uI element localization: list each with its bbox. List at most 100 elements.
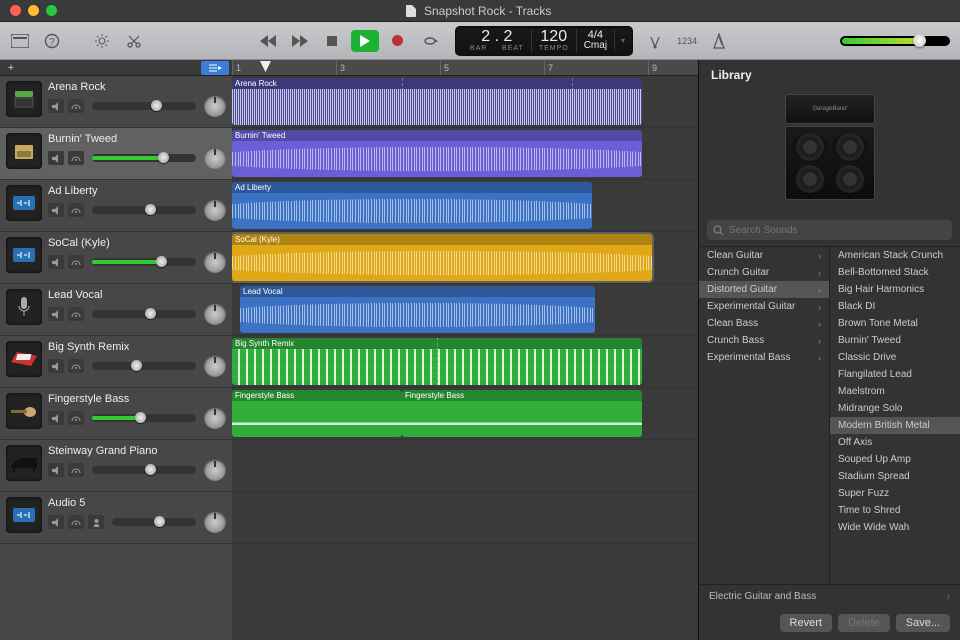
solo-button[interactable]	[68, 255, 84, 269]
close-window-icon[interactable]	[10, 5, 21, 16]
mute-button[interactable]	[48, 463, 64, 477]
track-name[interactable]: Steinway Grand Piano	[48, 445, 226, 457]
minimize-window-icon[interactable]	[28, 5, 39, 16]
library-item[interactable]: Clean Bass›	[699, 315, 829, 332]
library-item[interactable]: Clean Guitar›	[699, 247, 829, 264]
input-monitor-icon[interactable]	[88, 515, 104, 529]
track-header[interactable]: Fingerstyle Bass	[0, 388, 232, 440]
pan-knob[interactable]	[204, 459, 226, 481]
pan-knob[interactable]	[204, 95, 226, 117]
rewind-button[interactable]	[255, 30, 281, 52]
track-lane[interactable]	[232, 492, 698, 544]
track-header[interactable]: Big Synth Remix	[0, 336, 232, 388]
track-lane[interactable]	[232, 440, 698, 492]
region[interactable]: Burnin' Tweed	[232, 130, 642, 177]
track-name[interactable]: Burnin' Tweed	[48, 133, 226, 145]
region[interactable]: Fingerstyle Bass	[402, 390, 642, 437]
region[interactable]: Fingerstyle Bass	[232, 390, 402, 437]
track-header[interactable]: Burnin' Tweed	[0, 128, 232, 180]
library-item[interactable]: Experimental Guitar›	[699, 298, 829, 315]
track-lane[interactable]: Ad Liberty	[232, 180, 698, 232]
add-track-button[interactable]: +	[0, 60, 22, 76]
track-name[interactable]: Lead Vocal	[48, 289, 226, 301]
library-item[interactable]: Off Axis	[830, 434, 960, 451]
volume-slider[interactable]	[92, 362, 196, 370]
lcd-display[interactable]: 2 . 2 BAR BEAT 120 TEMPO 4/4 Cmaj ▾	[455, 26, 633, 56]
scissors-icon[interactable]	[124, 31, 144, 51]
region[interactable]: Lead Vocal	[240, 286, 595, 333]
track-name[interactable]: SoCal (Kyle)	[48, 237, 226, 249]
track-header[interactable]: SoCal (Kyle)	[0, 232, 232, 284]
library-item[interactable]: Big Hair Harmonics	[830, 281, 960, 298]
volume-slider[interactable]	[92, 466, 196, 474]
cycle-button[interactable]	[417, 30, 443, 52]
metronome-icon[interactable]	[709, 31, 729, 51]
volume-slider[interactable]	[92, 414, 196, 422]
pan-knob[interactable]	[204, 511, 226, 533]
mute-button[interactable]	[48, 359, 64, 373]
track-header[interactable]: Lead Vocal	[0, 284, 232, 336]
track-header[interactable]: Arena Rock	[0, 76, 232, 128]
lcd-key[interactable]: Cmaj	[584, 41, 607, 51]
volume-slider[interactable]	[92, 206, 196, 214]
pan-knob[interactable]	[204, 147, 226, 169]
library-item[interactable]: Crunch Bass›	[699, 332, 829, 349]
solo-button[interactable]	[68, 411, 84, 425]
playhead-icon[interactable]	[260, 61, 271, 72]
track-name[interactable]: Ad Liberty	[48, 185, 226, 197]
pan-knob[interactable]	[204, 355, 226, 377]
timeline-area[interactable]: 13579 Arena Rock Burnin' TweedAd LibertyS…	[232, 60, 698, 640]
quick-help-icon[interactable]	[92, 31, 112, 51]
library-item[interactable]: Brown Tone Metal	[830, 315, 960, 332]
pan-knob[interactable]	[204, 303, 226, 325]
volume-slider[interactable]	[112, 518, 196, 526]
library-search-input[interactable]	[729, 225, 946, 236]
record-button[interactable]	[385, 30, 411, 52]
solo-button[interactable]	[68, 359, 84, 373]
ruler[interactable]: 13579	[232, 60, 698, 76]
library-item[interactable]: Stadium Spread	[830, 468, 960, 485]
mute-button[interactable]	[48, 151, 64, 165]
library-item[interactable]: Experimental Bass›	[699, 349, 829, 366]
mute-button[interactable]	[48, 515, 64, 529]
track-lane[interactable]: Arena Rock	[232, 76, 698, 128]
mute-button[interactable]	[48, 411, 64, 425]
library-path[interactable]: Electric Guitar and Bass ›	[699, 584, 960, 608]
track-name[interactable]: Arena Rock	[48, 81, 226, 93]
solo-button[interactable]	[68, 463, 84, 477]
pan-knob[interactable]	[204, 407, 226, 429]
library-item[interactable]: Midrange Solo	[830, 400, 960, 417]
library-item[interactable]: Super Fuzz	[830, 485, 960, 502]
lcd-tempo[interactable]: 120	[539, 29, 569, 45]
solo-button[interactable]	[68, 307, 84, 321]
library-item[interactable]: Burnin' Tweed	[830, 332, 960, 349]
track-name[interactable]: Fingerstyle Bass	[48, 393, 226, 405]
library-item[interactable]: Distorted Guitar›	[699, 281, 829, 298]
pan-knob[interactable]	[204, 251, 226, 273]
solo-button[interactable]	[68, 515, 84, 529]
solo-button[interactable]	[68, 151, 84, 165]
solo-button[interactable]	[68, 203, 84, 217]
mute-button[interactable]	[48, 255, 64, 269]
track-name[interactable]: Big Synth Remix	[48, 341, 226, 353]
library-preset-column[interactable]: American Stack CrunchBell-Bottomed Stack…	[830, 247, 960, 584]
tuner-icon[interactable]	[645, 31, 665, 51]
mute-button[interactable]	[48, 307, 64, 321]
track-name[interactable]: Audio 5	[48, 497, 226, 509]
volume-slider[interactable]	[92, 154, 196, 162]
help-icon[interactable]: ?	[42, 31, 62, 51]
library-item[interactable]: American Stack Crunch	[830, 247, 960, 264]
region[interactable]: SoCal (Kyle)	[232, 234, 652, 281]
region[interactable]: Arena Rock	[232, 78, 642, 125]
track-lane[interactable]: Burnin' Tweed	[232, 128, 698, 180]
track-filter-button[interactable]	[201, 61, 229, 75]
zoom-window-icon[interactable]	[46, 5, 57, 16]
track-header[interactable]: Steinway Grand Piano	[0, 440, 232, 492]
volume-slider[interactable]	[92, 102, 196, 110]
track-lane[interactable]: Big Synth Remix	[232, 336, 698, 388]
library-item[interactable]: Crunch Guitar›	[699, 264, 829, 281]
library-item[interactable]: Souped Up Amp	[830, 451, 960, 468]
pan-knob[interactable]	[204, 199, 226, 221]
library-item[interactable]: Black DI	[830, 298, 960, 315]
track-lane[interactable]: SoCal (Kyle)	[232, 232, 698, 284]
